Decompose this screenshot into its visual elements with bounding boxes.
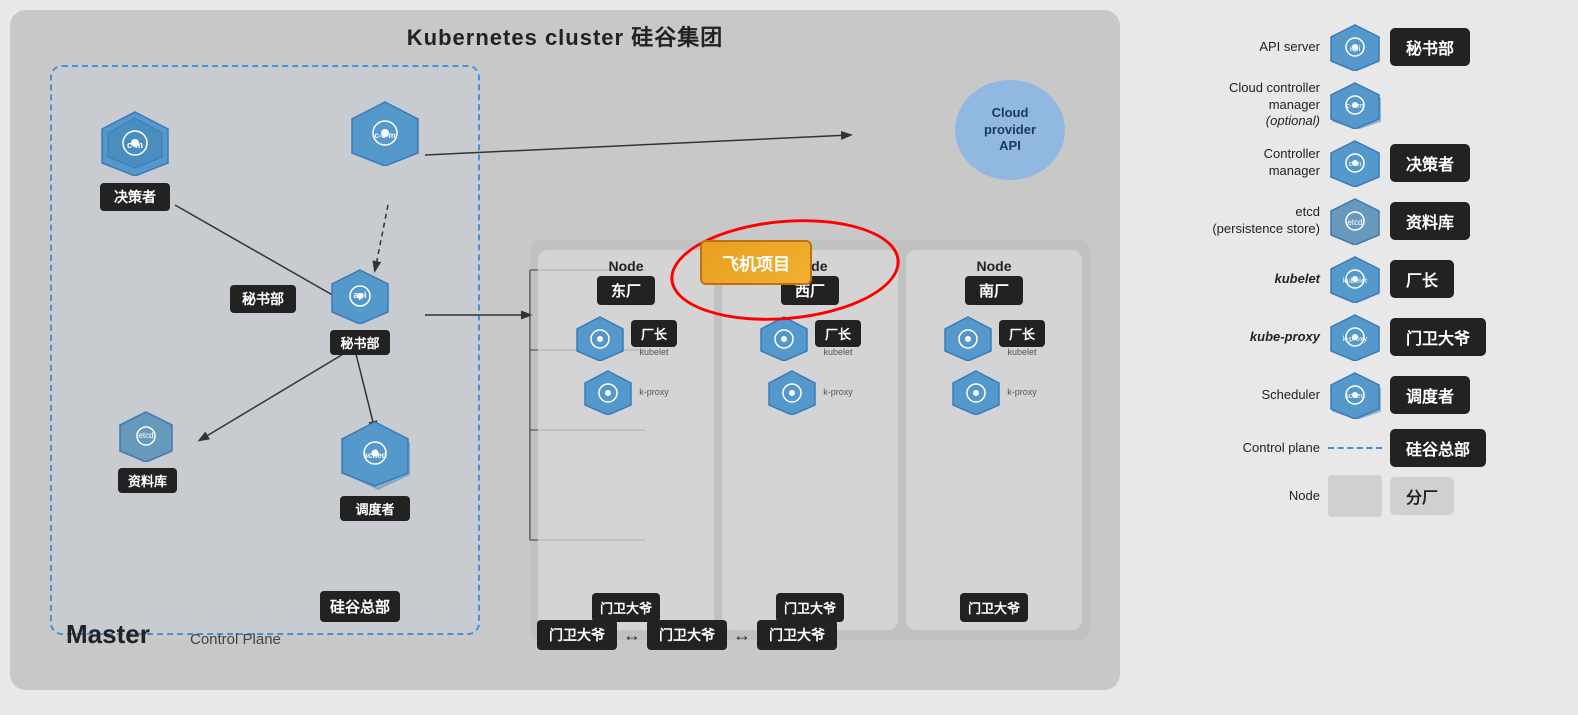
legend-kube-proxy-term: kube-proxy [1140,329,1320,346]
sched-component: sched 调度者 [340,420,410,521]
gate-east-bottom: 门卫大爷 [537,620,617,650]
legend-scheduler-badge: 调度者 [1390,376,1470,414]
legend-row-cm: Controllermanager c-m 决策者 [1140,136,1550,190]
cm-component: c-m 决策者 [100,110,170,211]
legend-row-scheduler: Scheduler sched 调度者 [1140,368,1550,422]
legend-etcd-badge: 资料库 [1390,202,1470,240]
legend-cm-term: Controllermanager [1140,146,1320,180]
legend-cm-badge: 决策者 [1390,144,1470,182]
api-label: 秘书部 [330,330,390,355]
cluster-title: Kubernetes cluster 硅谷集团 [20,20,1110,52]
legend-node-term: Node [1140,488,1320,505]
kubelet-south-label: 厂长 [999,320,1045,347]
legend-row-control-plane: Control plane 硅谷总部 [1140,426,1550,470]
legend-control-plane-term: Control plane [1140,440,1320,457]
legend-kube-proxy-badge: 门卫大爷 [1390,318,1486,356]
legend-control-plane-badge: 硅谷总部 [1390,429,1486,467]
legend-row-etcd: etcd(persistence store) etcd 资料库 [1140,194,1550,248]
legend-node-square [1328,475,1382,517]
api-component: api 秘书部 [330,268,390,355]
legend-kubelet-badge: 厂长 [1390,260,1454,298]
legend-row-kube-proxy: kube-proxy k-proxy 门卫大爷 [1140,310,1550,364]
gate-east-label: 门卫大爷 [592,593,660,622]
legend-panel: API server api 秘书部 Cloud controllermanag… [1130,10,1560,690]
legend-api-badge: 秘书部 [1390,28,1470,66]
nodes-area: Node 东厂 厂长 kubelet [530,240,1090,640]
legend-node-badge: 分厂 [1390,477,1454,515]
node-east: Node 东厂 厂长 kubelet [538,250,714,630]
main-container: Kubernetes cluster 硅谷集团 CloudproviderAPI… [0,0,1578,715]
node-west: Node 西厂 厂长 kubelet [722,250,898,630]
node-east-title: Node [609,258,644,274]
svg-text:etcd: etcd [1347,218,1362,227]
cm-label: 决策者 [100,183,170,211]
legend-row-ccm: Cloud controllermanager(optional) c-c-m [1140,78,1550,132]
legend-etcd-term: etcd(persistence store) [1140,204,1320,238]
ccm-component: c-c-m [350,100,420,171]
etcd-label: 资料库 [118,468,177,493]
flying-project-badge: 飞机项目 [700,240,812,285]
master-badge: 硅谷总部 [320,591,400,622]
etcd-component: etcd 资料库 [118,410,177,493]
kubelet-west-label: 厂长 [815,320,861,347]
control-plane-label: Control Plane [190,631,281,648]
legend-kube-proxy-icon: k-proxy [1328,310,1382,364]
node-south: Node 南厂 厂长 kubelet [906,250,1082,630]
legend-row-node: Node 分厂 [1140,474,1550,518]
legend-ccm-term: Cloud controllermanager(optional) [1140,80,1320,131]
legend-scheduler-term: Scheduler [1140,387,1320,404]
node-south-badge: 南厂 [965,276,1023,305]
legend-cm-icon: c-m [1328,136,1382,190]
gate-west-bottom: 门卫大爷 [647,620,727,650]
control-plane-dashed-line [1328,447,1382,449]
gate-west-label: 门卫大爷 [776,593,844,622]
gate-south-label: 门卫大爷 [960,593,1028,622]
kubelet-east-label: 厂长 [631,320,677,347]
node-east-badge: 东厂 [597,276,655,305]
legend-kubelet-term: kubelet [1140,271,1320,288]
legend-etcd-icon: etcd [1328,194,1382,248]
legend-ccm-icon: c-c-m [1328,78,1382,132]
master-label: Master [66,619,150,650]
gate-south-bottom: 门卫大爷 [757,620,837,650]
api-side-label: 秘书部 [230,285,296,313]
svg-text:etcd: etcd [138,431,153,440]
legend-row-api: API server api 秘书部 [1140,20,1550,74]
cluster-diagram: Kubernetes cluster 硅谷集团 CloudproviderAPI… [10,10,1120,690]
legend-row-kubelet: kubelet kubelet 厂长 [1140,252,1550,306]
legend-kubelet-icon: kubelet [1328,252,1382,306]
sched-label: 调度者 [340,496,410,521]
legend-api-icon: api [1328,20,1382,74]
node-south-title: Node [977,258,1012,274]
gate-row: 门卫大爷 ↔ 门卫大爷 ↔ 门卫大爷 [537,620,1087,650]
legend-scheduler-icon: sched [1328,368,1382,422]
cloud-provider-bubble: CloudproviderAPI [955,80,1065,180]
legend-api-term: API server [1140,39,1320,56]
